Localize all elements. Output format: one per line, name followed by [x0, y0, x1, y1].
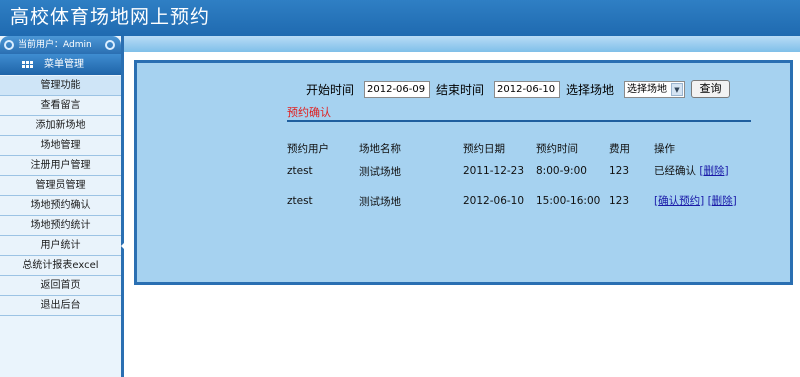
venue-label: 选择场地 — [566, 83, 615, 97]
column-header: 费用 — [609, 143, 630, 155]
cell-time: 8:00-9:00 — [536, 165, 587, 177]
table-row: ztest 测试场地 2011-12-23 8:00-9:00 123 已经确认… — [287, 156, 744, 186]
sidebar-menu: 管理功能 查看留言 添加新场地 场地管理 注册用户管理 管理员管理 场地预约确认… — [0, 76, 121, 316]
section-title: 预约确认 — [287, 106, 331, 119]
sidebar-item-user-management[interactable]: 注册用户管理 — [0, 156, 121, 176]
cell-user: ztest — [287, 165, 313, 177]
cell-venue: 测试场地 — [359, 195, 401, 208]
status-text: 已经确认 — [654, 164, 696, 177]
sidebar-item-venue-management[interactable]: 场地管理 — [0, 136, 121, 156]
sidebar-item-booking-confirm[interactable]: 场地预约确认 — [0, 196, 121, 216]
column-header: 预约用户 — [287, 143, 329, 155]
table-header-row: 预约用户 场地名称 预约日期 预约时间 费用 操作 — [287, 139, 744, 156]
ring-icon — [105, 40, 115, 50]
sidebar-item-manage-functions[interactable]: 管理功能 — [0, 76, 121, 96]
end-time-label: 结束时间 — [436, 83, 485, 97]
current-user-label: 当前用户：Admin — [18, 40, 92, 50]
ring-icon — [4, 40, 14, 50]
column-header: 场地名称 — [359, 143, 401, 155]
menu-header-label: 菜单管理 — [44, 59, 84, 70]
cell-fee: 123 — [609, 195, 630, 207]
cell-fee: 123 — [609, 165, 630, 177]
bracket-close: ] — [724, 164, 729, 177]
current-user-bar: 当前用户：Admin — [0, 36, 121, 54]
menu-header: 菜单管理 — [0, 54, 121, 75]
venue-select[interactable]: 选择场地 ▼ — [624, 81, 685, 98]
chevron-down-icon: ▼ — [671, 83, 683, 96]
start-time-input[interactable] — [364, 81, 430, 98]
sidebar-item-booking-stats[interactable]: 场地预约统计 — [0, 216, 121, 236]
column-header: 操作 — [654, 143, 675, 155]
column-header: 预约日期 — [463, 143, 505, 155]
cell-date: 2011-12-23 — [463, 165, 525, 177]
confirm-booking-link[interactable]: 确认预约 — [658, 195, 700, 207]
sidebar-item-excel-report[interactable]: 总统计报表excel — [0, 256, 121, 276]
sidebar-item-user-stats[interactable]: 用户统计 — [0, 236, 121, 256]
app-header: 高校体育场地网上预约 — [0, 0, 800, 36]
delete-link[interactable]: 删除 — [712, 195, 733, 207]
main-panel: 开始时间 结束时间 选择场地 选择场地 ▼ 查询 预约确认 预约用户 场地名称 … — [134, 60, 793, 285]
cell-user: ztest — [287, 195, 313, 207]
start-time-label: 开始时间 — [306, 83, 355, 97]
sidebar-item-logout[interactable]: 退出后台 — [0, 296, 121, 316]
cell-actions: [确认预约] [删除] — [654, 186, 744, 216]
query-button[interactable]: 查询 — [691, 80, 730, 98]
cell-venue: 测试场地 — [359, 165, 401, 178]
sidebar-item-add-venue[interactable]: 添加新场地 — [0, 116, 121, 136]
venue-select-value: 选择场地 — [627, 84, 667, 95]
column-header: 预约时间 — [536, 143, 578, 155]
table-row: ztest 测试场地 2012-06-10 15:00-16:00 123 [确… — [287, 186, 744, 216]
cell-actions: 已经确认 [删除] — [654, 156, 744, 186]
bookings-table: 预约用户 场地名称 预约日期 预约时间 费用 操作 ztest 测试场地 201… — [287, 139, 744, 216]
sidebar-item-home[interactable]: 返回首页 — [0, 276, 121, 296]
bracket-close: ] — [732, 194, 737, 207]
cell-date: 2012-06-10 — [463, 195, 525, 207]
cell-time: 15:00-16:00 — [536, 195, 601, 207]
grid-icon — [22, 61, 33, 68]
sidebar-item-view-messages[interactable]: 查看留言 — [0, 96, 121, 116]
sidebar: 当前用户：Admin 菜单管理 管理功能 查看留言 添加新场地 场地管理 注册用… — [0, 36, 124, 377]
delete-link[interactable]: 删除 — [703, 165, 724, 177]
bracket-close: ] — [700, 194, 705, 207]
collapse-arrow-icon[interactable] — [121, 243, 124, 249]
divider — [287, 120, 751, 122]
sidebar-item-admin-management[interactable]: 管理员管理 — [0, 176, 121, 196]
end-time-input[interactable] — [494, 81, 560, 98]
page-title: 高校体育场地网上预约 — [10, 6, 211, 28]
